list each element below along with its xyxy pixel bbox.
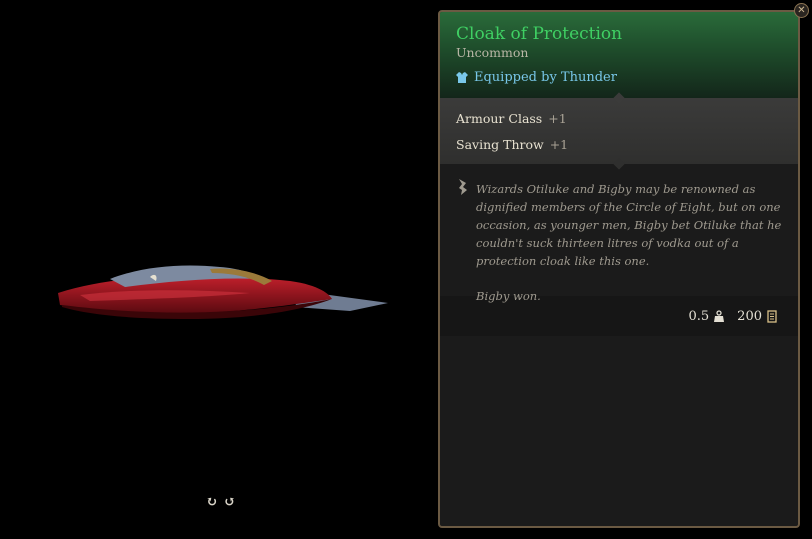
shirt-icon (456, 72, 468, 83)
gold-value: 200 (737, 308, 762, 324)
description-text: Wizards Otiluke and Bigby may be renowne… (476, 180, 782, 303)
rotate-controls: ↻ ↺ (206, 493, 235, 511)
item-stats: Armour Class +1 Saving Throw +1 (440, 98, 798, 164)
cloak-model-image (58, 265, 388, 319)
inspect-screen: ↻ ↺ Cloak of Protection Uncommon Equippe… (0, 0, 812, 539)
item-description: Wizards Otiluke and Bigby may be renowne… (440, 164, 798, 303)
weight-icon (714, 309, 725, 322)
weight-display: 0.5 (688, 309, 725, 324)
stat-value: +1 (549, 137, 569, 152)
item-tooltip-panel: Cloak of Protection Uncommon Equipped by… (438, 10, 800, 528)
weight-value: 0.5 (688, 308, 710, 324)
item-name: Cloak of Protection (456, 24, 623, 44)
description-paragraph: Bigby won. (476, 289, 541, 303)
close-icon: ✕ (797, 4, 806, 16)
stat-label: Armour Class (456, 111, 543, 126)
item-preview-viewport[interactable]: ↻ ↺ (0, 0, 438, 539)
equipped-by-row: Equipped by Thunder (456, 70, 782, 85)
quill-icon (459, 179, 467, 195)
value-display: 200 (737, 309, 778, 324)
equipped-by-text: Equipped by Thunder (474, 70, 617, 85)
close-button[interactable]: ✕ (794, 3, 809, 18)
item-header: Cloak of Protection Uncommon Equipped by… (440, 12, 798, 98)
description-paragraph: Wizards Otiluke and Bigby may be renowne… (476, 182, 782, 268)
rotate-left-icon[interactable]: ↻ (206, 493, 218, 511)
stat-label: Saving Throw (456, 137, 544, 152)
stat-row: Armour Class +1 (456, 106, 782, 132)
stat-row: Saving Throw +1 (456, 132, 782, 158)
gold-icon (767, 309, 777, 323)
stat-value: +1 (548, 111, 567, 126)
rotate-right-icon[interactable]: ↺ (224, 493, 236, 511)
item-rarity: Uncommon (456, 45, 529, 60)
